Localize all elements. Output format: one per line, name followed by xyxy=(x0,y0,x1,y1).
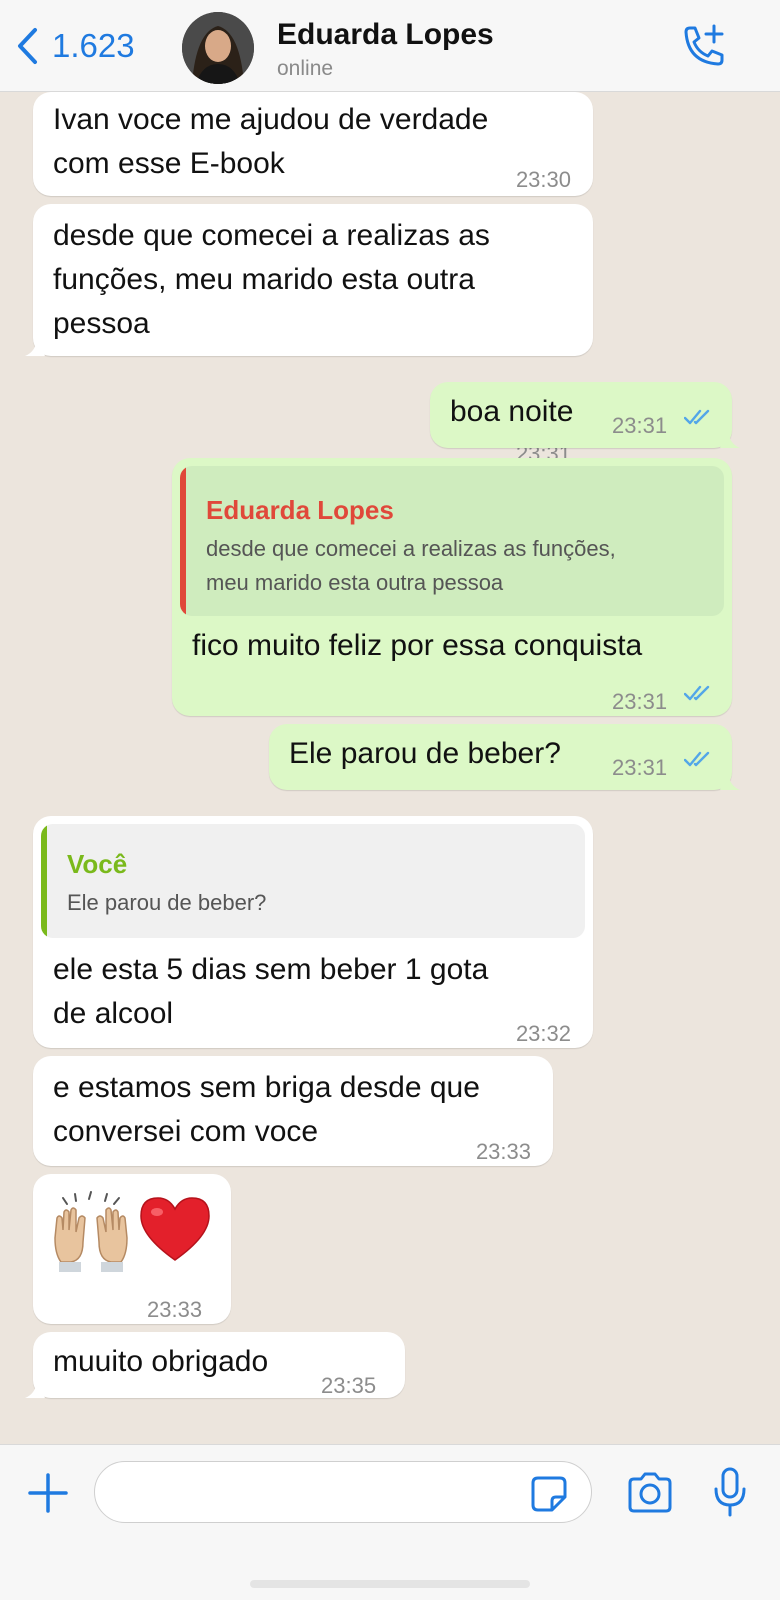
chat-header: 1.623 Eduarda Lopes online xyxy=(0,0,780,92)
camera-button[interactable] xyxy=(626,1471,674,1515)
message-time: 23:33 xyxy=(147,1297,203,1322)
unread-count[interactable]: 1.623 xyxy=(52,27,135,65)
red-heart-icon xyxy=(137,1194,213,1264)
chevron-left-icon xyxy=(18,28,37,64)
message-time: 23:33 xyxy=(475,1139,531,1164)
message-time: 23:35 xyxy=(321,1373,377,1398)
message-text: desde que comecei a realizas as funções,… xyxy=(53,219,490,340)
quoted-message[interactable]: Você Ele parou de beber? xyxy=(41,824,585,938)
plus-icon xyxy=(28,1473,68,1513)
message-incoming-emoji[interactable]: 23:33 xyxy=(33,1174,231,1324)
bubble-tail xyxy=(25,1382,45,1398)
chat-area[interactable]: Ivan voce me ajudou de verdade com esse … xyxy=(0,92,780,1444)
sticker-button[interactable] xyxy=(530,1475,568,1513)
message-incoming[interactable]: Ivan voce me ajudou de verdade com esse … xyxy=(33,92,593,196)
message-incoming-reply[interactable]: Você Ele parou de beber? ele esta 5 dias… xyxy=(33,816,593,1048)
message-text: fico muito feliz por essa conquista xyxy=(192,629,643,662)
message-input-bar xyxy=(0,1444,780,1600)
message-text: ele esta 5 dias sem beber 1 gota de alco… xyxy=(53,953,489,1030)
double-check-icon xyxy=(684,409,710,425)
message-incoming[interactable]: desde que comecei a realizas as funções,… xyxy=(25,204,593,466)
microphone-button[interactable] xyxy=(712,1467,748,1519)
message-time: 23:31 xyxy=(612,413,668,438)
message-time: 23:32 xyxy=(515,1021,571,1046)
raising-hands-icon xyxy=(51,1188,131,1274)
message-incoming[interactable]: e estamos sem briga desde que conversei … xyxy=(33,1056,553,1166)
quote-text: Ele parou de beber? xyxy=(67,890,267,915)
message-time: 23:31 xyxy=(612,689,668,714)
message-text: Ele parou de beber? xyxy=(289,737,561,770)
quote-author: Você xyxy=(67,849,128,879)
bubble-tail xyxy=(720,432,740,448)
double-check-icon xyxy=(684,685,710,701)
avatar[interactable] xyxy=(182,12,254,84)
home-indicator xyxy=(250,1580,530,1588)
message-outgoing-reply[interactable]: Eduarda Lopes desde que comecei a realiz… xyxy=(172,458,732,716)
microphone-icon xyxy=(714,1467,746,1517)
message-time: 23:31 xyxy=(612,755,668,780)
camera-icon xyxy=(628,1472,672,1513)
message-incoming[interactable]: muuito obrigado 23:35 xyxy=(25,1332,405,1398)
message-text: Ivan voce me ajudou de verdade com esse … xyxy=(53,103,489,180)
call-add-button[interactable] xyxy=(678,22,728,72)
contact-name[interactable]: Eduarda Lopes xyxy=(277,18,494,52)
message-text: muuito obrigado xyxy=(53,1345,269,1378)
message-input[interactable] xyxy=(94,1461,592,1523)
message-outgoing[interactable]: boa noite 23:31 xyxy=(430,382,740,448)
sticker-icon xyxy=(531,1476,567,1512)
attach-button[interactable] xyxy=(26,1471,70,1515)
quote-bar xyxy=(41,824,47,938)
message-time: 23:30 xyxy=(515,167,571,192)
bubble-tail xyxy=(25,340,45,356)
message-outgoing[interactable]: Ele parou de beber? 23:31 xyxy=(269,724,740,790)
double-check-icon xyxy=(684,751,710,767)
message-text: boa noite xyxy=(450,395,574,428)
back-button[interactable]: 1.623 xyxy=(16,24,135,68)
quote-text: desde que comecei a realizas as funções,… xyxy=(206,536,616,595)
message-text: e estamos sem briga desde que conversei … xyxy=(53,1071,480,1148)
quoted-message[interactable]: Eduarda Lopes desde que comecei a realiz… xyxy=(180,466,724,616)
contact-status: online xyxy=(277,57,334,80)
quote-author: Eduarda Lopes xyxy=(206,495,394,525)
quote-bar xyxy=(180,466,186,616)
call-add-icon xyxy=(684,24,724,66)
bubble-tail xyxy=(720,774,740,790)
